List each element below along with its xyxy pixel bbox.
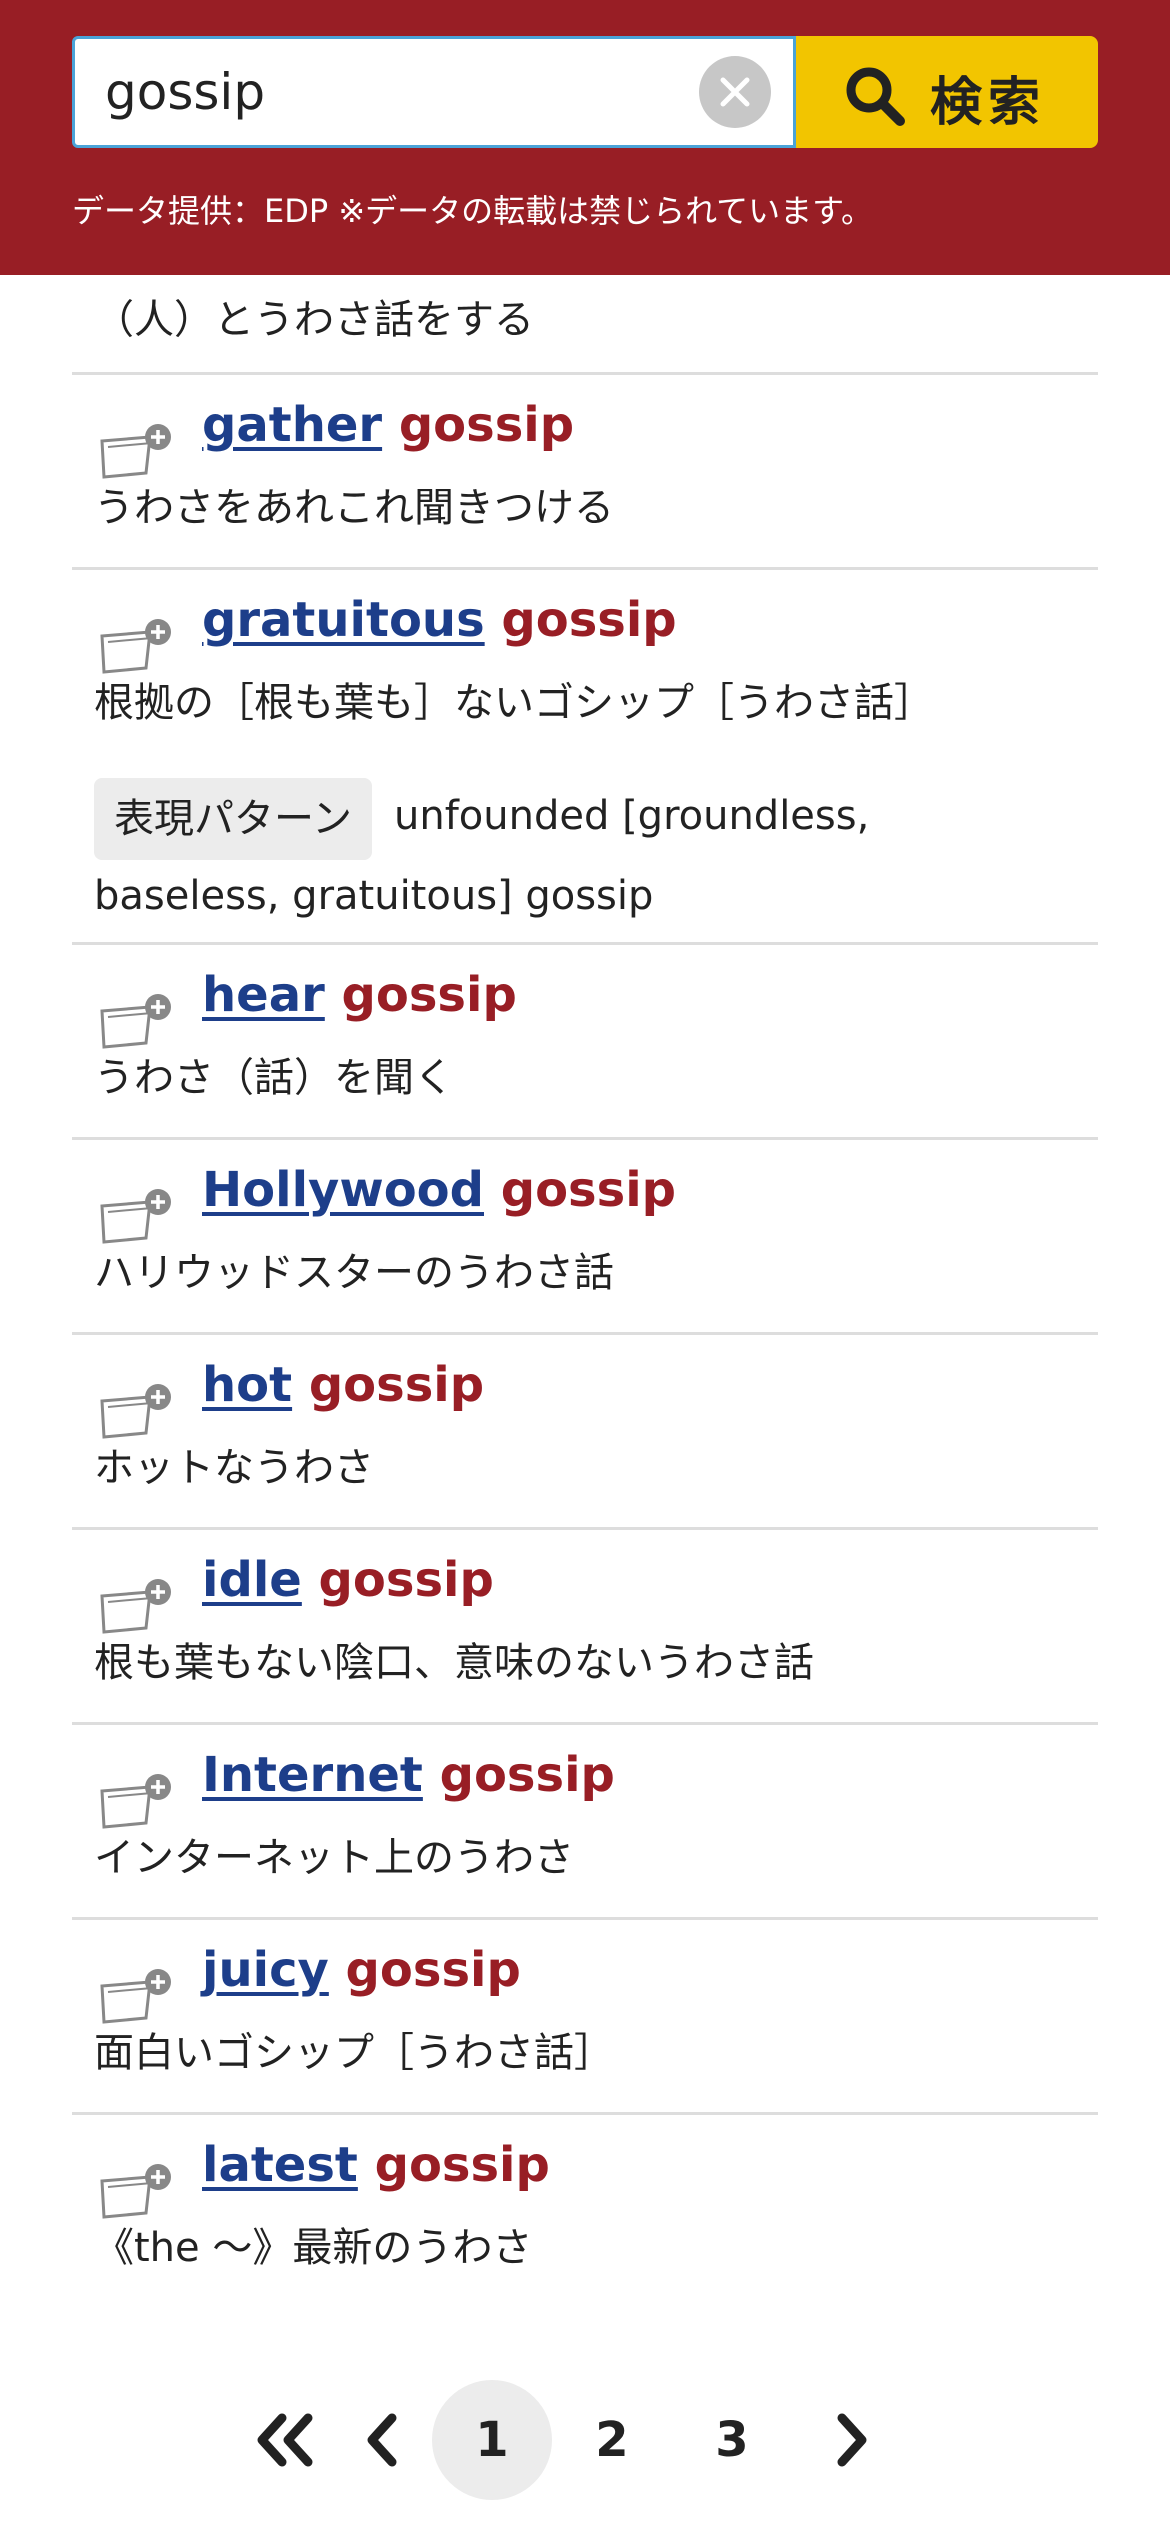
search-button-label: 検索: [930, 73, 1047, 133]
add-to-wordbook-icon[interactable]: [98, 2163, 174, 2223]
entry-meaning: 《the ～》最新のうわさ: [94, 2225, 533, 2271]
headword-link[interactable]: latest: [202, 2137, 358, 2193]
add-to-wordbook-icon[interactable]: [98, 1968, 174, 2028]
add-to-wordbook-icon[interactable]: [98, 993, 174, 1053]
list-item: juicy gossip 面白いゴシップ［うわさ話］: [72, 1920, 1098, 2115]
chevron-left-icon: [367, 2413, 397, 2467]
entry-headword: hot gossip: [202, 1357, 484, 1413]
entry-headword: gratuitous gossip: [202, 592, 677, 648]
data-credit: データ提供：EDP ※データの転載は禁じられています。: [72, 192, 873, 230]
next-page-button[interactable]: [792, 2380, 912, 2500]
page-1-button[interactable]: 1: [432, 2380, 552, 2500]
add-to-wordbook-icon[interactable]: [98, 1773, 174, 1833]
close-icon: [720, 77, 750, 107]
add-to-wordbook-icon[interactable]: [98, 618, 174, 678]
headword-link[interactable]: Internet: [202, 1747, 423, 1803]
list-item: （人）とうわさ話をする: [72, 275, 1098, 375]
headword-keyword: gossip: [374, 2137, 550, 2193]
entry-meaning: 根も葉もない陰口、意味のないうわさ話: [94, 1640, 814, 1686]
page-2-button[interactable]: 2: [552, 2380, 672, 2500]
prev-page-button[interactable]: [322, 2380, 442, 2500]
list-item: hear gossip うわさ（話）を聞く: [72, 945, 1098, 1140]
entry-headword: latest gossip: [202, 2137, 550, 2193]
page-3-button[interactable]: 3: [672, 2380, 792, 2500]
headword-keyword: gossip: [318, 1552, 494, 1608]
headword-keyword: gossip: [345, 1942, 521, 1998]
headword-keyword: gossip: [501, 592, 677, 648]
list-item: gratuitous gossip 根拠の［根も葉も］ないゴシップ［うわさ話］ …: [72, 570, 1098, 945]
entry-meaning: ホットなうわさ: [94, 1445, 374, 1491]
headword-keyword: gossip: [341, 967, 517, 1023]
entry-headword: Hollywood gossip: [202, 1162, 676, 1218]
entry-meaning: ハリウッドスターのうわさ話: [94, 1250, 614, 1296]
list-item: Internet gossip インターネット上のうわさ: [72, 1725, 1098, 1920]
entry-meaning: うわさ（話）を聞く: [94, 1055, 454, 1101]
headword-keyword: gossip: [439, 1747, 615, 1803]
headword-link[interactable]: gratuitous: [202, 592, 485, 648]
headword-keyword: gossip: [398, 397, 575, 453]
result-list: （人）とうわさ話をする gather gossip うわさをあれこれ聞きつける …: [72, 275, 1098, 2345]
entry-meaning: 根拠の［根も葉も］ないゴシップ［うわさ話］: [94, 680, 934, 726]
list-item: Hollywood gossip ハリウッドスターのうわさ話: [72, 1140, 1098, 1335]
headword-link[interactable]: hot: [202, 1357, 292, 1413]
headword-link[interactable]: hear: [202, 967, 325, 1023]
headword-link[interactable]: gather: [202, 397, 382, 453]
headword-keyword: gossip: [308, 1357, 485, 1413]
add-to-wordbook-icon[interactable]: [98, 1578, 174, 1638]
entry-headword: juicy gossip: [202, 1942, 521, 1998]
list-item: gather gossip うわさをあれこれ聞きつける: [72, 375, 1098, 570]
add-to-wordbook-icon[interactable]: [98, 1188, 174, 1248]
add-to-wordbook-icon[interactable]: [98, 1383, 174, 1443]
entry-headword: idle gossip: [202, 1552, 494, 1608]
add-to-wordbook-icon[interactable]: [98, 423, 174, 483]
entry-meaning: （人）とうわさ話をする: [94, 297, 534, 343]
headword-link[interactable]: Hollywood: [202, 1162, 484, 1218]
headword-link[interactable]: juicy: [202, 1942, 329, 1998]
chevron-right-icon: [837, 2413, 867, 2467]
header: 検索 データ提供：EDP ※データの転載は禁じられています。: [0, 0, 1170, 275]
magnifier-icon: [846, 67, 905, 126]
pattern-badge: 表現パターン: [94, 778, 372, 860]
entry-headword: hear gossip: [202, 967, 517, 1023]
clear-button[interactable]: [699, 56, 771, 128]
pagination: 1 2 3: [0, 2370, 1170, 2500]
search-input[interactable]: [105, 39, 685, 145]
entry-meaning: インターネット上のうわさ: [94, 1835, 574, 1881]
expression-pattern: 表現パターン unfounded [groundless, baseless, g…: [94, 778, 1054, 932]
entry-headword: gather gossip: [202, 397, 574, 453]
search-box: [72, 36, 796, 148]
headword-link[interactable]: idle: [202, 1552, 302, 1608]
list-item: idle gossip 根も葉もない陰口、意味のないうわさ話: [72, 1530, 1098, 1725]
headword-keyword: gossip: [500, 1162, 677, 1218]
list-item: latest gossip 《the ～》最新のうわさ: [72, 2115, 1098, 2345]
search-button[interactable]: 検索: [796, 36, 1098, 148]
list-item: hot gossip ホットなうわさ: [72, 1335, 1098, 1530]
entry-meaning: 面白いゴシップ［うわさ話］: [94, 2030, 614, 2076]
entry-headword: Internet gossip: [202, 1747, 615, 1803]
entry-meaning: うわさをあれこれ聞きつける: [94, 485, 614, 531]
